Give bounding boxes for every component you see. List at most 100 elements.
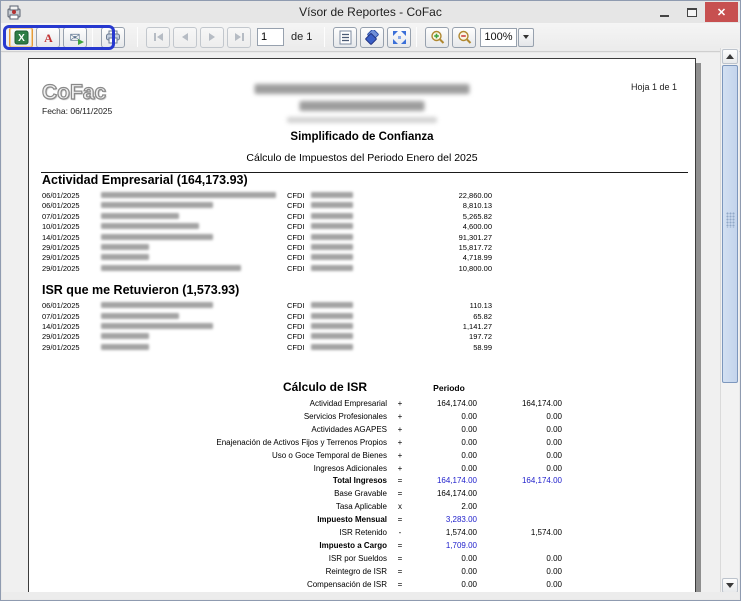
isr-row-operator: - bbox=[398, 528, 402, 538]
scrollbar-thumb[interactable] bbox=[722, 65, 738, 383]
isr-row-label: Impuesto a Cargo bbox=[319, 540, 387, 550]
isr-row-label: Total Ingresos bbox=[332, 476, 387, 486]
isr-row-label: ISR Retenido bbox=[339, 528, 387, 538]
cofac-logo: CoFac bbox=[41, 80, 107, 104]
isr-row-label: Compensación de ISR bbox=[306, 579, 387, 589]
toolbar: X A ✉ 1 de 1 100% bbox=[1, 23, 740, 52]
isr-row-operator: + bbox=[397, 450, 403, 460]
text-view-button[interactable] bbox=[333, 26, 358, 48]
first-page-button[interactable] bbox=[146, 26, 170, 48]
table-row: 06/01/2025 CFDI 110.13 bbox=[29, 300, 695, 310]
isr-row-value-acumulado bbox=[477, 514, 562, 527]
taxpayer-name-redacted bbox=[254, 84, 470, 94]
isr-row-label: Reintegro de ISR bbox=[325, 566, 387, 576]
isr-row-label: Uso o Goce Temporal de Bienes bbox=[271, 450, 387, 460]
export-pdf-button[interactable]: A bbox=[36, 26, 60, 48]
row-amount: 4,718.99 bbox=[462, 253, 492, 263]
isr-row-value-periodo: 0.00 bbox=[461, 411, 477, 421]
maximize-icon bbox=[686, 7, 697, 17]
window-title: Vísor de Reportes - CoFac bbox=[299, 5, 442, 19]
zoom-dropdown-button[interactable] bbox=[518, 27, 535, 47]
print-button[interactable] bbox=[101, 26, 125, 48]
report-viewport[interactable]: CoFac Fecha: 06/11/2025 Hoja 1 de 1 Simp… bbox=[2, 53, 739, 594]
previous-page-button[interactable] bbox=[173, 26, 197, 48]
chevron-down-icon bbox=[726, 583, 734, 588]
table-row: 29/01/2025 CFDI 15,817.72 bbox=[29, 242, 695, 252]
row-folio-redacted bbox=[311, 212, 353, 219]
isr-row-label: Enajenación de Activos Fijos y Terrenos … bbox=[216, 437, 387, 447]
isr-row-value-periodo: 0.00 bbox=[461, 463, 477, 473]
table-row: 29/01/2025 CFDI 10,800.00 bbox=[29, 263, 695, 273]
page-number-input[interactable] bbox=[257, 28, 284, 46]
email-send-arrow-icon bbox=[78, 38, 84, 45]
row-concept-redacted bbox=[101, 223, 199, 230]
isr-row-value-acumulado: 0.00 bbox=[546, 553, 562, 563]
isr-row-operator: = bbox=[397, 515, 403, 525]
isr-row-label: Tasa Aplicable bbox=[335, 502, 387, 512]
row-concept-redacted bbox=[101, 202, 213, 209]
close-button[interactable]: ✕ bbox=[705, 2, 738, 22]
row-amount: 5,265.82 bbox=[462, 211, 492, 221]
isr-row-value-acumulado bbox=[477, 501, 562, 514]
row-folio-redacted bbox=[311, 223, 353, 230]
maximize-button[interactable] bbox=[678, 2, 705, 22]
row-date: 10/01/2025 bbox=[42, 222, 80, 232]
isr-row-value-acumulado bbox=[477, 540, 562, 553]
row-amount: 22,860.00 bbox=[458, 191, 492, 200]
row-amount: 65.82 bbox=[473, 311, 492, 321]
isr-row-label: Servicios Profesionales bbox=[303, 411, 387, 421]
pages-view-button[interactable] bbox=[360, 26, 385, 48]
row-amount: 110.13 bbox=[469, 301, 492, 311]
isr-row-operator: + bbox=[397, 411, 403, 421]
scroll-down-button[interactable] bbox=[722, 578, 738, 593]
export-excel-button[interactable]: X bbox=[9, 26, 33, 48]
isr-row-operator: = bbox=[397, 540, 403, 550]
isr-row-operator: + bbox=[397, 463, 403, 473]
row-doc-label: CFDI bbox=[287, 332, 305, 342]
minimize-icon bbox=[660, 15, 669, 17]
row-doc-label: CFDI bbox=[287, 232, 305, 242]
row-date: 29/01/2025 bbox=[42, 342, 80, 352]
vertical-scrollbar[interactable] bbox=[720, 48, 739, 594]
row-folio-redacted bbox=[311, 312, 353, 319]
row-date: 14/01/2025 bbox=[42, 321, 80, 331]
pdf-export-icon: A bbox=[44, 31, 53, 45]
row-doc-label: CFDI bbox=[287, 191, 305, 200]
zoom-out-button[interactable] bbox=[452, 26, 477, 48]
row-date: 29/01/2025 bbox=[42, 332, 80, 342]
next-page-button[interactable] bbox=[200, 26, 224, 48]
isr-row-label: Actividades AGAPES bbox=[311, 424, 387, 434]
table-row: 07/01/2025 CFDI 5,265.82 bbox=[29, 211, 695, 221]
svg-text:X: X bbox=[18, 33, 25, 44]
isr-row-operator: + bbox=[397, 424, 403, 434]
print-icon bbox=[106, 30, 120, 44]
row-folio-redacted bbox=[311, 333, 353, 340]
row-amount: 58.99 bbox=[473, 342, 492, 352]
zoom-level-combo[interactable]: 100% bbox=[480, 27, 535, 47]
row-concept-redacted bbox=[101, 343, 149, 350]
text-view-icon bbox=[339, 30, 352, 44]
row-concept-redacted bbox=[101, 264, 241, 271]
minimize-button[interactable] bbox=[651, 2, 678, 22]
row-concept-redacted bbox=[101, 322, 213, 329]
isr-row-value-acumulado: 0.00 bbox=[546, 437, 562, 447]
zoom-level-value[interactable]: 100% bbox=[480, 27, 518, 47]
actividad-rows: 06/01/2025 CFDI 22,860.00 06/01/2025 CFD… bbox=[29, 190, 695, 273]
sheet-number-label: Hoja 1 de 1 bbox=[630, 82, 677, 92]
row-doc-label: CFDI bbox=[287, 242, 305, 252]
last-page-button[interactable] bbox=[227, 26, 251, 48]
table-row: 29/01/2025 CFDI 58.99 bbox=[29, 342, 695, 352]
row-concept-redacted bbox=[101, 312, 179, 319]
scroll-up-button[interactable] bbox=[722, 49, 738, 64]
section-heading-isr-retenido: ISR que me Retuvieron (1,573.93) bbox=[42, 283, 240, 298]
row-doc-label: CFDI bbox=[287, 201, 305, 211]
row-concept-redacted bbox=[101, 333, 149, 340]
next-page-icon bbox=[209, 33, 215, 41]
title-bar: Vísor de Reportes - CoFac ✕ bbox=[1, 1, 740, 23]
zoom-in-button[interactable] bbox=[425, 26, 450, 48]
fit-window-button[interactable] bbox=[387, 26, 412, 48]
send-email-button[interactable]: ✉ bbox=[63, 26, 87, 48]
row-date: 29/01/2025 bbox=[42, 263, 80, 273]
table-row: 10/01/2025 CFDI 4,600.00 bbox=[29, 221, 695, 231]
isr-row-value-acumulado: 1,574.00 bbox=[530, 528, 562, 538]
